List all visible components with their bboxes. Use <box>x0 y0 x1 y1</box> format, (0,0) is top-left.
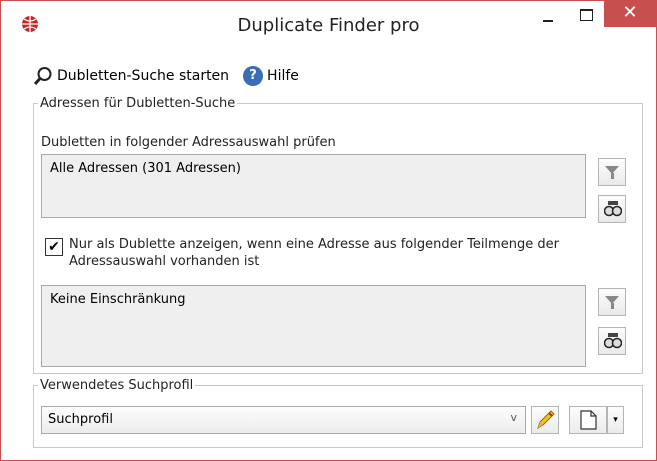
binoculars-icon <box>604 333 622 349</box>
start-search-label: Dubletten-Suche starten <box>57 68 230 84</box>
toolbar: Dubletten-Suche starten ? Hilfe <box>33 65 299 87</box>
profile-group-legend: Verwendetes Suchprofil <box>40 378 194 393</box>
subset-selection-box[interactable]: Keine Einschränkung <box>41 285 586 367</box>
search-profile-select[interactable]: Suchprofil v <box>41 406 526 434</box>
chevron-down-icon: v <box>510 411 517 424</box>
new-profile-button[interactable] <box>569 406 607 434</box>
minimize-button[interactable] <box>529 1 569 33</box>
new-document-icon <box>580 410 597 430</box>
subset-checkbox-label: Nur als Dublette anzeigen, wenn eine Adr… <box>69 237 559 269</box>
search-profile-value: Suchprofil <box>48 412 113 427</box>
addresses-group-legend: Adressen für Dubletten-Suche <box>40 96 236 111</box>
new-profile-dropdown-button[interactable]: ▾ <box>607 406 624 434</box>
address-selection-value: Alle Adressen (301 Adressen) <box>50 161 241 176</box>
address-selection-box[interactable]: Alle Adressen (301 Adressen) <box>41 154 586 218</box>
subset-checkbox[interactable]: ✔ <box>45 238 63 256</box>
app-window: Duplicate Finder pro ✕ Dubletten-Suche s… <box>0 0 657 461</box>
selection-label: Dubletten in folgender Adressauswahl prü… <box>41 135 336 150</box>
close-button[interactable]: ✕ <box>604 1 656 27</box>
filter-button-1[interactable] <box>598 158 626 186</box>
start-search-button[interactable]: Dubletten-Suche starten <box>33 66 229 86</box>
magnifier-icon <box>33 67 52 86</box>
title-bar: Duplicate Finder pro ✕ <box>1 1 656 47</box>
help-label: Hilfe <box>267 68 299 84</box>
pencil-icon <box>537 410 555 430</box>
binoculars-icon <box>604 201 622 217</box>
search-selection-button-1[interactable] <box>598 195 626 223</box>
help-icon: ? <box>243 66 264 86</box>
edit-profile-button[interactable] <box>531 406 559 434</box>
filter-button-2[interactable] <box>598 288 626 316</box>
search-selection-button-2[interactable] <box>598 327 626 355</box>
help-button[interactable]: ? Hilfe <box>233 66 299 86</box>
maximize-button[interactable] <box>568 1 608 33</box>
subset-selection-value: Keine Einschränkung <box>50 292 186 307</box>
